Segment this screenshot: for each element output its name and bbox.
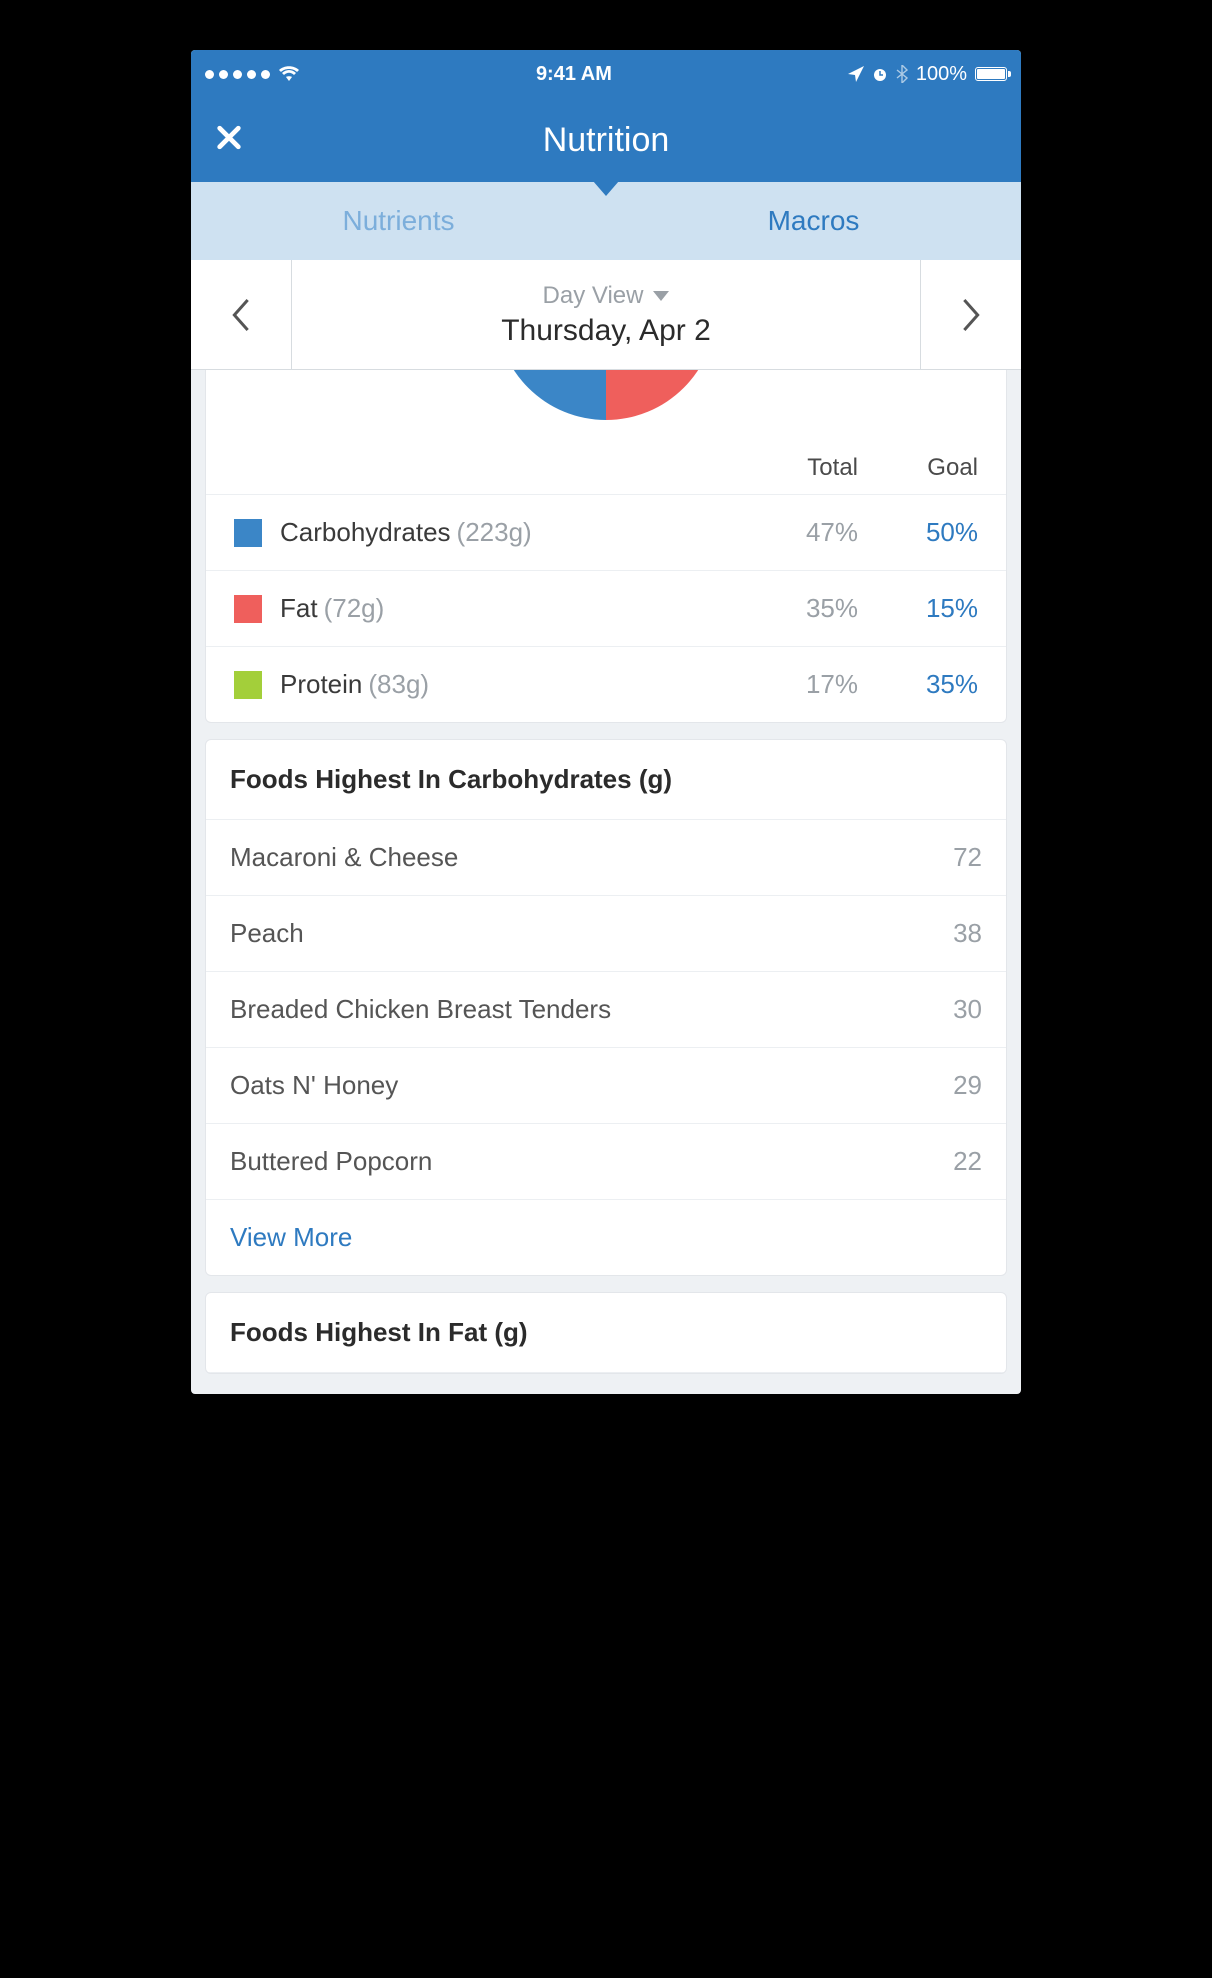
battery-icon	[975, 67, 1007, 81]
scroll-content[interactable]: Total Goal Carbohydrates (223g) 47% 50% …	[191, 370, 1021, 1394]
chevron-down-icon	[653, 291, 669, 301]
alarm-clock-icon	[872, 66, 888, 82]
macro-total: 17%	[738, 669, 858, 700]
macro-goal: 50%	[858, 517, 978, 548]
macro-row-fat: Fat (72g) 35% 15%	[206, 570, 1006, 646]
card-title: Foods Highest In Fat (g)	[206, 1293, 1006, 1373]
macro-total: 47%	[738, 517, 858, 548]
food-row[interactable]: Oats N' Honey 29	[206, 1048, 1006, 1124]
swatch-icon	[234, 671, 262, 699]
foods-fat-card: Foods Highest In Fat (g)	[205, 1292, 1007, 1374]
macro-grams: (223g)	[457, 517, 532, 548]
bluetooth-icon	[896, 65, 908, 83]
food-value: 29	[953, 1070, 982, 1101]
macro-row-protein: Protein (83g) 17% 35%	[206, 646, 1006, 722]
food-row[interactable]: Peach 38	[206, 896, 1006, 972]
food-value: 22	[953, 1146, 982, 1177]
macros-pie-chart	[206, 370, 1006, 430]
status-bar: 9:41 AM 100%	[191, 50, 1021, 98]
battery-percent: 100%	[916, 63, 967, 86]
macro-total: 35%	[738, 593, 858, 624]
swatch-icon	[234, 519, 262, 547]
food-value: 38	[953, 918, 982, 949]
food-name: Breaded Chicken Breast Tenders	[230, 994, 611, 1025]
wifi-icon	[278, 66, 300, 82]
swatch-icon	[234, 595, 262, 623]
macro-name: Carbohydrates	[280, 517, 451, 548]
card-title: Foods Highest In Carbohydrates (g)	[206, 740, 1006, 820]
date-navigator: Day View Thursday, Apr 2	[191, 260, 1021, 370]
foods-carbs-card: Foods Highest In Carbohydrates (g) Macar…	[205, 739, 1007, 1276]
nav-header: Nutrition	[191, 98, 1021, 182]
app-screen: 9:41 AM 100% Nutrition Nutrients Macros	[191, 50, 1021, 1394]
view-mode-dropdown[interactable]: Day View	[543, 282, 670, 310]
close-button[interactable]	[215, 124, 243, 157]
food-value: 72	[953, 842, 982, 873]
food-row[interactable]: Buttered Popcorn 22	[206, 1124, 1006, 1200]
signal-dots-icon	[205, 70, 270, 79]
next-day-button[interactable]	[921, 260, 1021, 369]
tab-nutrients[interactable]: Nutrients	[191, 182, 606, 260]
food-name: Macaroni & Cheese	[230, 842, 458, 873]
macro-grams: (83g)	[368, 669, 429, 700]
food-value: 30	[953, 994, 982, 1025]
view-more-button[interactable]: View More	[206, 1200, 1006, 1275]
location-arrow-icon	[848, 66, 864, 82]
prev-day-button[interactable]	[191, 260, 291, 369]
macro-goal: 35%	[858, 669, 978, 700]
macro-name: Fat	[280, 593, 318, 624]
food-row[interactable]: Breaded Chicken Breast Tenders 30	[206, 972, 1006, 1048]
tab-active-indicator-icon	[593, 181, 619, 196]
current-date: Thursday, Apr 2	[501, 314, 711, 348]
macro-name: Protein	[280, 669, 362, 700]
macros-card: Total Goal Carbohydrates (223g) 47% 50% …	[205, 370, 1007, 723]
col-header-total: Total	[738, 454, 858, 482]
status-time: 9:41 AM	[536, 63, 612, 86]
page-title: Nutrition	[543, 121, 670, 160]
macro-grams: (72g)	[324, 593, 385, 624]
col-header-goal: Goal	[858, 454, 978, 482]
food-name: Peach	[230, 918, 304, 949]
macro-row-carbs: Carbohydrates (223g) 47% 50%	[206, 494, 1006, 570]
tabs: Nutrients Macros	[191, 182, 1021, 260]
view-mode-label: Day View	[543, 282, 644, 310]
macro-goal: 15%	[858, 593, 978, 624]
food-name: Buttered Popcorn	[230, 1146, 432, 1177]
food-row[interactable]: Macaroni & Cheese 72	[206, 820, 1006, 896]
tab-macros[interactable]: Macros	[606, 182, 1021, 260]
food-name: Oats N' Honey	[230, 1070, 398, 1101]
